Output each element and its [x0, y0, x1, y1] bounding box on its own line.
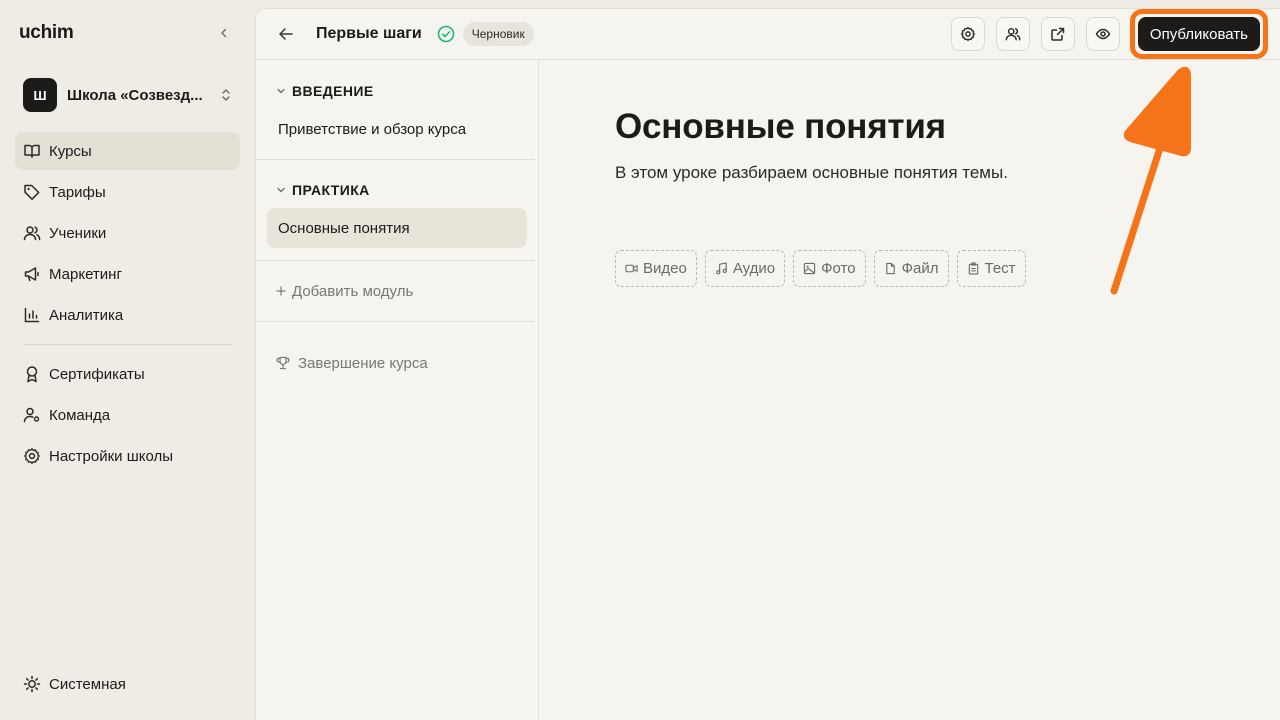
block-label: Тест [984, 260, 1016, 277]
gear-icon [23, 447, 41, 465]
publish-button[interactable]: Опубликовать [1137, 17, 1260, 51]
course-completion-item[interactable]: Завершение курса [256, 322, 538, 404]
nav-item-students[interactable]: Ученики [15, 214, 240, 252]
nav-label: Курсы [49, 142, 92, 160]
lesson-description[interactable]: В этом уроке разбираем основные понятия … [615, 163, 1280, 183]
external-link-icon [1051, 27, 1065, 41]
music-icon [715, 262, 728, 275]
plus-icon [276, 286, 286, 296]
main-panel: Первые шаги Черновик Опубликовать ВВЕДЕН… [255, 8, 1280, 720]
arrow-left-icon [279, 28, 293, 40]
module-header-practice[interactable]: ПРАКТИКА [256, 172, 538, 208]
block-label: Видео [643, 260, 687, 277]
nav-item-team[interactable]: Команда [15, 396, 240, 434]
block-label: Файл [901, 260, 939, 277]
theme-toggle[interactable]: Системная [15, 665, 240, 703]
brand-row: uchim [15, 0, 240, 66]
chevron-down-icon [276, 86, 286, 96]
chevron-left-icon [221, 28, 227, 38]
users-icon [1005, 27, 1021, 41]
nav-label: Сертификаты [49, 365, 145, 383]
sidebar: uchim Ш Школа «Созвезд... Курсы Тарифы У… [0, 0, 255, 720]
nav-label: Команда [49, 406, 111, 424]
brand-logo: uchim [19, 22, 74, 43]
add-test-block-button[interactable]: Тест [956, 250, 1026, 287]
chevron-down-icon [276, 185, 286, 195]
add-module-button[interactable]: Добавить модуль [256, 261, 538, 321]
add-audio-block-button[interactable]: Аудио [704, 250, 786, 287]
course-toolbar: Первые шаги Черновик Опубликовать [256, 9, 1280, 60]
add-file-block-button[interactable]: Файл [873, 250, 949, 287]
school-switcher[interactable]: Ш Школа «Созвезд... [15, 66, 240, 124]
lesson-item-active[interactable]: Основные понятия [267, 208, 527, 248]
nav-item-school-settings[interactable]: Настройки школы [15, 437, 240, 475]
file-icon [884, 262, 897, 275]
course-settings-button[interactable] [950, 17, 985, 51]
award-icon [23, 365, 41, 383]
nav-item-tariffs[interactable]: Тарифы [15, 173, 240, 211]
video-icon [625, 262, 638, 275]
chevron-up-down-icon [220, 87, 232, 103]
user-cog-icon [23, 406, 41, 424]
nav-label: Аналитика [49, 306, 124, 324]
nav-item-analytics[interactable]: Аналитика [15, 296, 240, 334]
gear-icon [960, 26, 975, 42]
app-window: uchim Ш Школа «Созвезд... Курсы Тарифы У… [0, 0, 1280, 720]
check-circle-icon [437, 25, 455, 43]
nav-item-certificates[interactable]: Сертификаты [15, 355, 240, 393]
lesson-editor: Основные понятия В этом уроке разбираем … [615, 61, 1280, 287]
publish-highlight: Опубликовать [1129, 9, 1268, 59]
book-open-icon [23, 142, 41, 160]
nav-label: Тарифы [49, 183, 106, 201]
theme-label: Системная [49, 675, 126, 693]
back-button[interactable] [276, 24, 296, 44]
clipboard-icon [967, 262, 980, 275]
block-label: Аудио [732, 260, 776, 277]
eye-icon [1095, 28, 1111, 40]
tag-icon [23, 183, 41, 201]
add-module-label: Добавить модуль [292, 282, 414, 300]
nav-label: Маркетинг [49, 265, 122, 283]
trophy-icon [276, 356, 290, 370]
add-photo-block-button[interactable]: Фото [793, 250, 866, 287]
users-icon [23, 224, 41, 242]
nav-label: Настройки школы [49, 447, 174, 465]
module-title: ВВЕДЕНИЕ [292, 83, 374, 99]
collapse-sidebar-button[interactable] [214, 23, 234, 43]
nav-divider [23, 344, 232, 345]
school-avatar: Ш [23, 78, 57, 112]
bar-chart-icon [23, 306, 41, 324]
course-completion-label: Завершение курса [298, 354, 428, 372]
sidebar-footer: Системная [15, 665, 240, 706]
school-name: Школа «Созвезд... [67, 86, 203, 104]
preview-button[interactable] [1085, 17, 1120, 51]
status-badge: Черновик [462, 22, 534, 46]
open-external-button[interactable] [1040, 17, 1075, 51]
block-label: Фото [821, 260, 856, 277]
module-title: ПРАКТИКА [292, 182, 370, 198]
add-block-toolbar: Видео Аудио Фото Файл Тест [615, 250, 1280, 287]
main-nav: Курсы Тарифы Ученики Маркетинг Аналитика… [15, 132, 240, 475]
nav-item-marketing[interactable]: Маркетинг [15, 255, 240, 293]
megaphone-icon [23, 265, 41, 283]
lesson-item[interactable]: Приветствие и обзор курса [267, 109, 527, 149]
nav-label: Ученики [49, 224, 107, 242]
lesson-title[interactable]: Основные понятия [615, 107, 1280, 147]
course-title: Первые шаги [316, 25, 422, 42]
add-video-block-button[interactable]: Видео [615, 250, 697, 287]
nav-item-courses[interactable]: Курсы [15, 132, 240, 170]
sun-icon [23, 675, 41, 693]
module-list: ВВЕДЕНИЕ Приветствие и обзор курса ПРАКТ… [256, 61, 539, 720]
image-icon [803, 262, 816, 275]
module-header-intro[interactable]: ВВЕДЕНИЕ [256, 73, 538, 109]
course-students-button[interactable] [995, 17, 1030, 51]
